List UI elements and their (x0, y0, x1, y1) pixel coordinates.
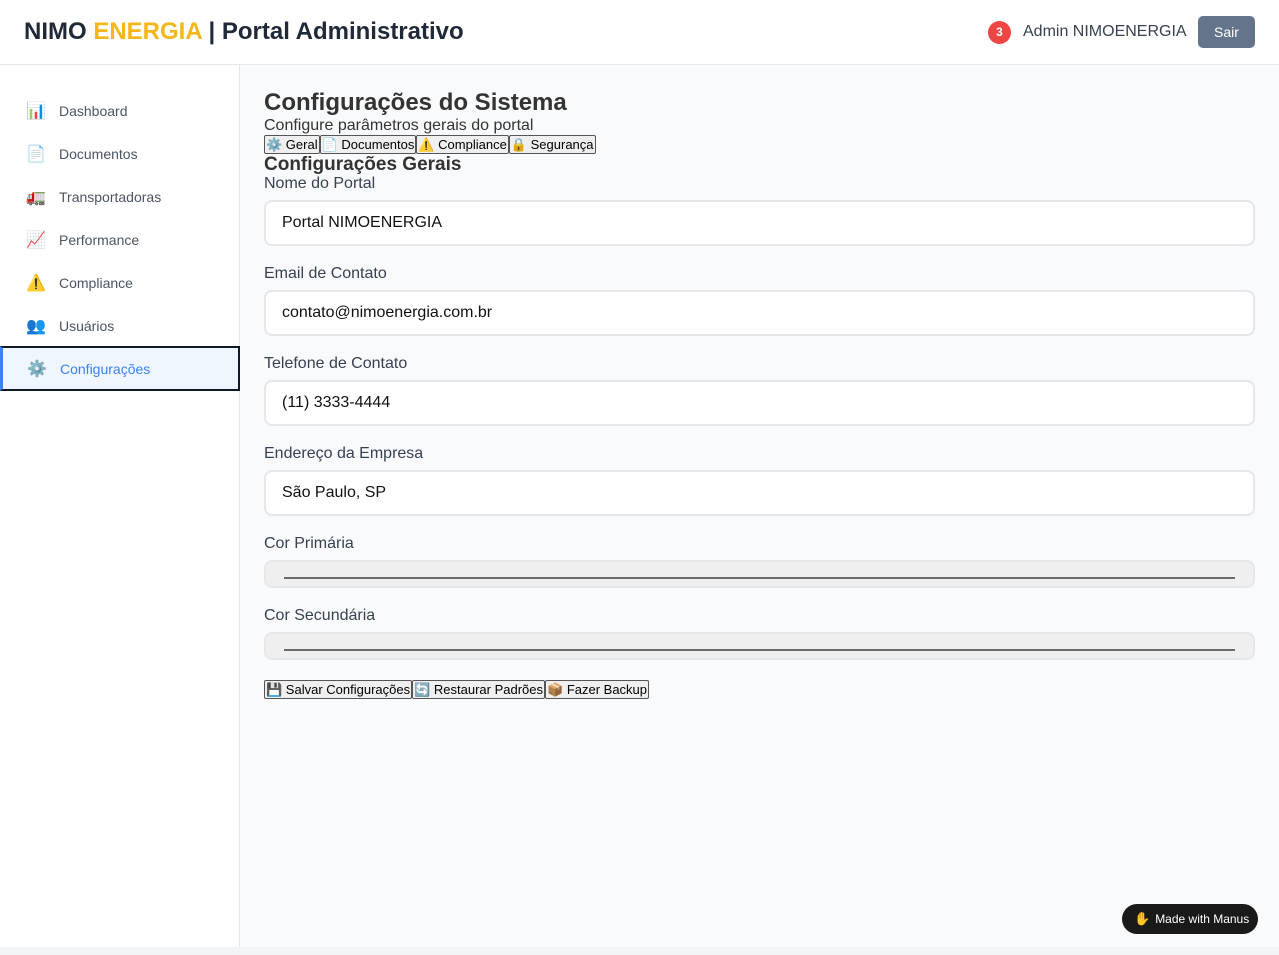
hand-icon: ✋ (1134, 911, 1151, 926)
backup-button[interactable]: 📦 Fazer Backup (545, 680, 650, 699)
brand-portal-label: | Portal Administrativo (201, 18, 464, 45)
sidebar-item-label: Compliance (59, 275, 133, 291)
notification-badge[interactable]: 3 (988, 21, 1011, 44)
save-settings-button[interactable]: 💾 Salvar Configurações (264, 680, 413, 699)
brand-name: NIMO (24, 18, 94, 45)
sidebar-item-label: Transportadoras (59, 189, 162, 205)
made-with-manus-badge[interactable]: ✋ Made with Manus (1122, 904, 1258, 934)
sidebar-item-label: Usuários (59, 318, 115, 334)
bar-chart-icon: 📊 (26, 103, 46, 120)
made-with-manus-label: Made with Manus (1155, 912, 1250, 926)
contact-phone-input[interactable] (264, 380, 1255, 426)
horizontal-scrollbar[interactable] (0, 947, 1279, 955)
tab-compliance[interactable]: ⚠️ Compliance (416, 135, 509, 154)
company-address-input[interactable] (264, 470, 1255, 516)
settings-tabs: ⚙️ Geral 📄 Documentos ⚠️ Compliance 🔒 Se… (264, 135, 596, 154)
trend-up-icon: 📈 (26, 232, 46, 249)
portal-name-input[interactable] (264, 200, 1255, 246)
sidebar-item-label: Configurações (60, 360, 151, 377)
tab-seguranca[interactable]: 🔒 Segurança (508, 135, 596, 154)
brand-title: NIMO ENERGIA | Portal Administrativo (24, 17, 464, 47)
contact-email-label: Email de Contato (264, 265, 387, 282)
company-address-label: Endereço da Empresa (264, 445, 424, 462)
sidebar-item-label: Dashboard (59, 103, 128, 119)
gear-icon: ⚙️ (27, 360, 47, 378)
sidebar-item-performance[interactable]: 📈 Performance (0, 218, 240, 262)
users-icon: 👥 (26, 318, 46, 335)
sidebar-item-configuracoes[interactable]: ⚙️ Configurações (0, 346, 240, 391)
brand-accent: ENERGIA (93, 18, 202, 45)
contact-phone-label: Telefone de Contato (264, 355, 408, 372)
logout-button[interactable]: Sair (1198, 16, 1255, 48)
sidebar-item-usuarios[interactable]: 👥 Usuários (0, 304, 240, 348)
primary-color-swatch (284, 577, 1235, 579)
main-content: Configurações do Sistema Configure parâm… (240, 65, 1279, 947)
sidebar-item-transportadoras[interactable]: 🚛 Transportadoras (0, 175, 240, 219)
primary-color-label: Cor Primária (264, 535, 354, 552)
user-name: Admin NIMOENERGIA (1023, 23, 1187, 40)
sidebar-item-label: Performance (59, 232, 140, 248)
warning-icon: ⚠️ (26, 275, 46, 292)
secondary-color-picker[interactable] (264, 632, 1255, 660)
settings-actions: 💾 Salvar Configurações 🔄 Restaurar Padrõ… (264, 680, 650, 699)
sidebar-item-compliance[interactable]: ⚠️ Compliance (0, 261, 240, 305)
sidebar-item-dashboard[interactable]: 📊 Dashboard (0, 89, 240, 133)
restore-defaults-button[interactable]: 🔄 Restaurar Padrões (412, 680, 546, 699)
page-title: Configurações do Sistema (264, 89, 567, 116)
secondary-color-swatch (284, 649, 1235, 651)
sidebar: 📊 Dashboard 📄 Documentos 🚛 Transportador… (0, 65, 240, 947)
secondary-color-label: Cor Secundária (264, 607, 376, 624)
tab-documentos[interactable]: 📄 Documentos (319, 135, 417, 154)
sidebar-item-documentos[interactable]: 📄 Documentos (0, 132, 240, 176)
section-title: Configurações Gerais (264, 154, 462, 175)
top-header: NIMO ENERGIA | Portal Administrativo 3 A… (0, 0, 1279, 65)
document-icon: 📄 (26, 146, 46, 163)
portal-name-label: Nome do Portal (264, 175, 376, 192)
contact-email-input[interactable] (264, 290, 1255, 336)
primary-color-picker[interactable] (264, 560, 1255, 588)
tab-geral[interactable]: ⚙️ Geral (264, 135, 320, 154)
sidebar-item-label: Documentos (59, 146, 138, 162)
page-subtitle: Configure parâmetros gerais do portal (264, 117, 534, 134)
truck-icon: 🚛 (26, 189, 46, 206)
